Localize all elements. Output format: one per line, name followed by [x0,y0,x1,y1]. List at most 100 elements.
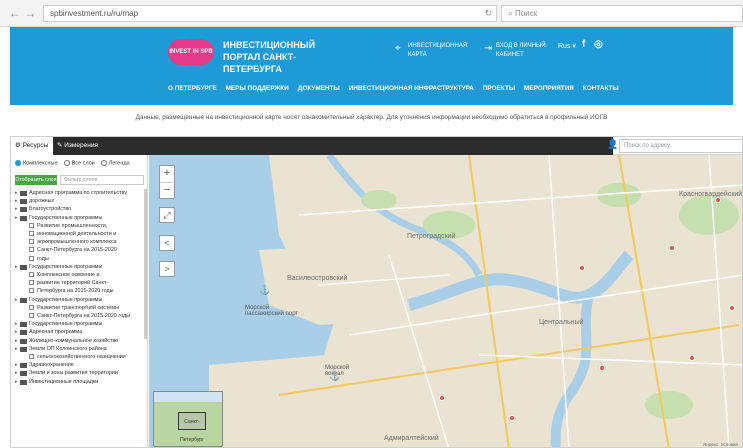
search-icon: ⌕ [508,8,515,18]
layer-tree-item[interactable]: ▸ Государственные программы [15,296,143,304]
layer-tree-item[interactable]: агропромышленного комплекса [15,238,143,246]
overview-minimap[interactable]: Санкт-Петербург [153,391,223,447]
city-map[interactable]: + − ⤢ < > Петроградский Василеостровский… [149,155,742,447]
pan-left-button[interactable]: < [159,235,175,251]
layer-tree-item[interactable]: Санкт-Петербурга на 2015-2020 годы [15,312,143,320]
pan-right-button[interactable]: > [159,261,175,277]
layer-tree-item[interactable]: ▸ Государственные программы [15,214,143,222]
layer-tree-item[interactable]: Санкт-Петербурга на 2015-2020 [15,246,143,254]
layer-tree: ▸ Адресная программа по строительству ▸ дор… [15,189,143,386]
layer-tree-item[interactable]: ▸ Здравоохранение [15,361,143,369]
tab-resources[interactable]: ⚙ Ресурсы [11,137,53,155]
map-marker[interactable] [599,365,605,371]
layer-tree-item[interactable]: ▸ Жилищно-коммунальное хозяйство [15,337,143,345]
radio-complex[interactable]: Комплексные [15,160,58,166]
folder-icon [20,191,27,196]
nav-item-infrastructure[interactable]: ИНВЕСТИЦИОННАЯ ИНФРАСТРУКТУРА [349,85,474,92]
language-selector[interactable]: Rus ▾ [558,42,576,50]
nav-item-documents[interactable]: ДОКУМЕНТЫ [298,85,340,92]
facebook-icon[interactable]: f [582,39,585,50]
layer-checkbox[interactable] [29,222,34,228]
layer-tree-item[interactable]: ▸ Государственные программы [15,320,143,328]
layer-tree-item[interactable]: Развитие транспортной системы [15,304,143,312]
layer-checkbox[interactable] [29,280,34,286]
folder-icon [20,199,27,205]
sidebar-scrollbar[interactable] [144,189,147,339]
url-text: spbinvestment.ru/ru/map [50,8,139,18]
reload-icon[interactable]: ↻ [485,6,493,21]
layer-tree-item[interactable]: Комплексное освоение и [15,271,143,279]
layer-tree-item[interactable]: ▸ Благоустройство [15,205,143,213]
layer-checkbox[interactable] [29,354,34,360]
instagram-icon[interactable]: ◎ [594,39,603,50]
address-search-input[interactable]: Поиск по адресу [619,139,742,153]
address-bar[interactable]: spbinvestment.ru/ru/map ↻ [43,4,498,22]
map-marker[interactable] [729,305,735,311]
layer-tree-item[interactable]: ▸ Адресная программа по строительству [15,189,143,197]
zoom-in-button[interactable]: + [160,166,174,182]
tab-measurements[interactable]: ✎ Измерения [53,137,149,155]
folder-icon [20,363,27,369]
investment-map-link[interactable]: ИНВЕСТИЦИОННАЯ КАРТА [408,42,468,60]
layer-checkbox[interactable] [29,255,34,261]
nav-item-support[interactable]: МЕРЫ ПОДДЕРЖКИ [226,85,289,92]
layer-tree-item[interactable]: Развитие промышленности, [15,222,143,230]
layer-tree-item[interactable]: сельскохозяйственного назначения [15,353,143,361]
map-marker[interactable] [509,415,515,421]
map-marker[interactable] [669,245,675,251]
radio-legend[interactable]: Легенда [100,160,130,166]
personal-cabinet-link[interactable]: ВХОД В ЛИЧНЫЙ КАБИНЕТ [496,42,552,60]
nav-item-contacts[interactable]: КОНТАКТЫ [583,85,619,92]
layer-checkbox[interactable] [29,288,34,294]
layer-checkbox[interactable] [29,231,34,237]
nav-item-events[interactable]: МЕРОПРИЯТИЯ [524,85,574,92]
folder-icon [20,338,27,344]
layer-checkbox[interactable] [29,272,34,278]
anchor-icon: ⚓ [259,285,271,295]
layer-tree-label: Петербурга на 2015-2020 годы [37,288,114,295]
folder-icon [20,322,27,328]
minimap-viewport[interactable]: Санкт-Петербург [178,412,206,443]
nav-item-about[interactable]: О ПЕТЕРБУРГЕ [168,85,217,92]
forward-arrow-icon[interactable]: → [24,6,38,20]
layer-tree-label: Государственные программы [29,214,103,221]
layer-tree-item[interactable]: ▸ Земли ОП Колпинского района [15,345,143,353]
layer-tree-label: дорожных [29,198,55,205]
layer-tree-label: Комплексное освоение и [37,272,100,279]
portal-title[interactable]: ИНВЕСТИЦИОННЫЙ ПОРТАЛ САНКТ-ПЕТЕРБУРГА [223,39,353,75]
fullscreen-button[interactable]: ⤢ [159,207,175,223]
layer-tree-item[interactable]: ▸ Адресная программа [15,328,143,336]
site-logo[interactable]: INVEST IN SPB [168,39,214,65]
layer-tree-label: Санкт-Петербурга на 2015-2020 годы [37,313,131,320]
user-icon[interactable]: 👤 [607,139,618,150]
layer-checkbox[interactable] [29,247,34,253]
back-arrow-icon[interactable]: ← [8,6,22,20]
map-marker[interactable] [579,265,585,271]
layer-tree-item[interactable]: ▸ Земли и зоны развития территории [15,369,143,377]
layer-checkbox[interactable] [29,313,34,319]
layer-tree-item[interactable]: ▸ Государственные программы [15,263,143,271]
layer-tree-label: Развитие транспортной системы [37,304,119,311]
map-attribution[interactable]: Яндекс. Условия [703,442,738,447]
layer-checkbox[interactable] [29,239,34,245]
label-vasileostrovsky: Василеостровский [287,275,348,282]
layer-tree-item[interactable]: Петербурга на 2015-2020 годы [15,287,143,295]
layer-tree-item[interactable]: развитие территорий Санкт- [15,279,143,287]
map-marker[interactable] [439,395,445,401]
nav-item-projects[interactable]: ПРОЕКТЫ [483,85,515,92]
show-layers-button[interactable]: Отобразить слои [15,175,57,185]
zoom-out-button[interactable]: − [160,182,174,198]
layer-checkbox[interactable] [29,304,34,310]
map-marker[interactable] [689,355,695,361]
radio-all-layers[interactable]: Все слои [63,160,95,166]
layer-tree-item[interactable]: инновационной деятельности и [15,230,143,238]
map-disclaimer: Данные, размещенные на инвестиционной ка… [135,114,608,121]
layer-tree-item[interactable]: ▸ Инвестиционные площадки [15,378,143,386]
layer-tree-item[interactable]: ▸ дорожных [15,197,143,205]
map-marker[interactable] [715,197,721,203]
layer-tree-item[interactable]: годы [15,255,143,263]
layer-filter-input[interactable]: Фильтр слоев [60,175,144,185]
layers-sidebar: Комплексные Все слои Легенда Отобразить … [11,155,148,447]
layer-tree-label: Государственные программы [29,296,103,303]
browser-search-input[interactable]: ⌕ Поиск [501,4,743,22]
